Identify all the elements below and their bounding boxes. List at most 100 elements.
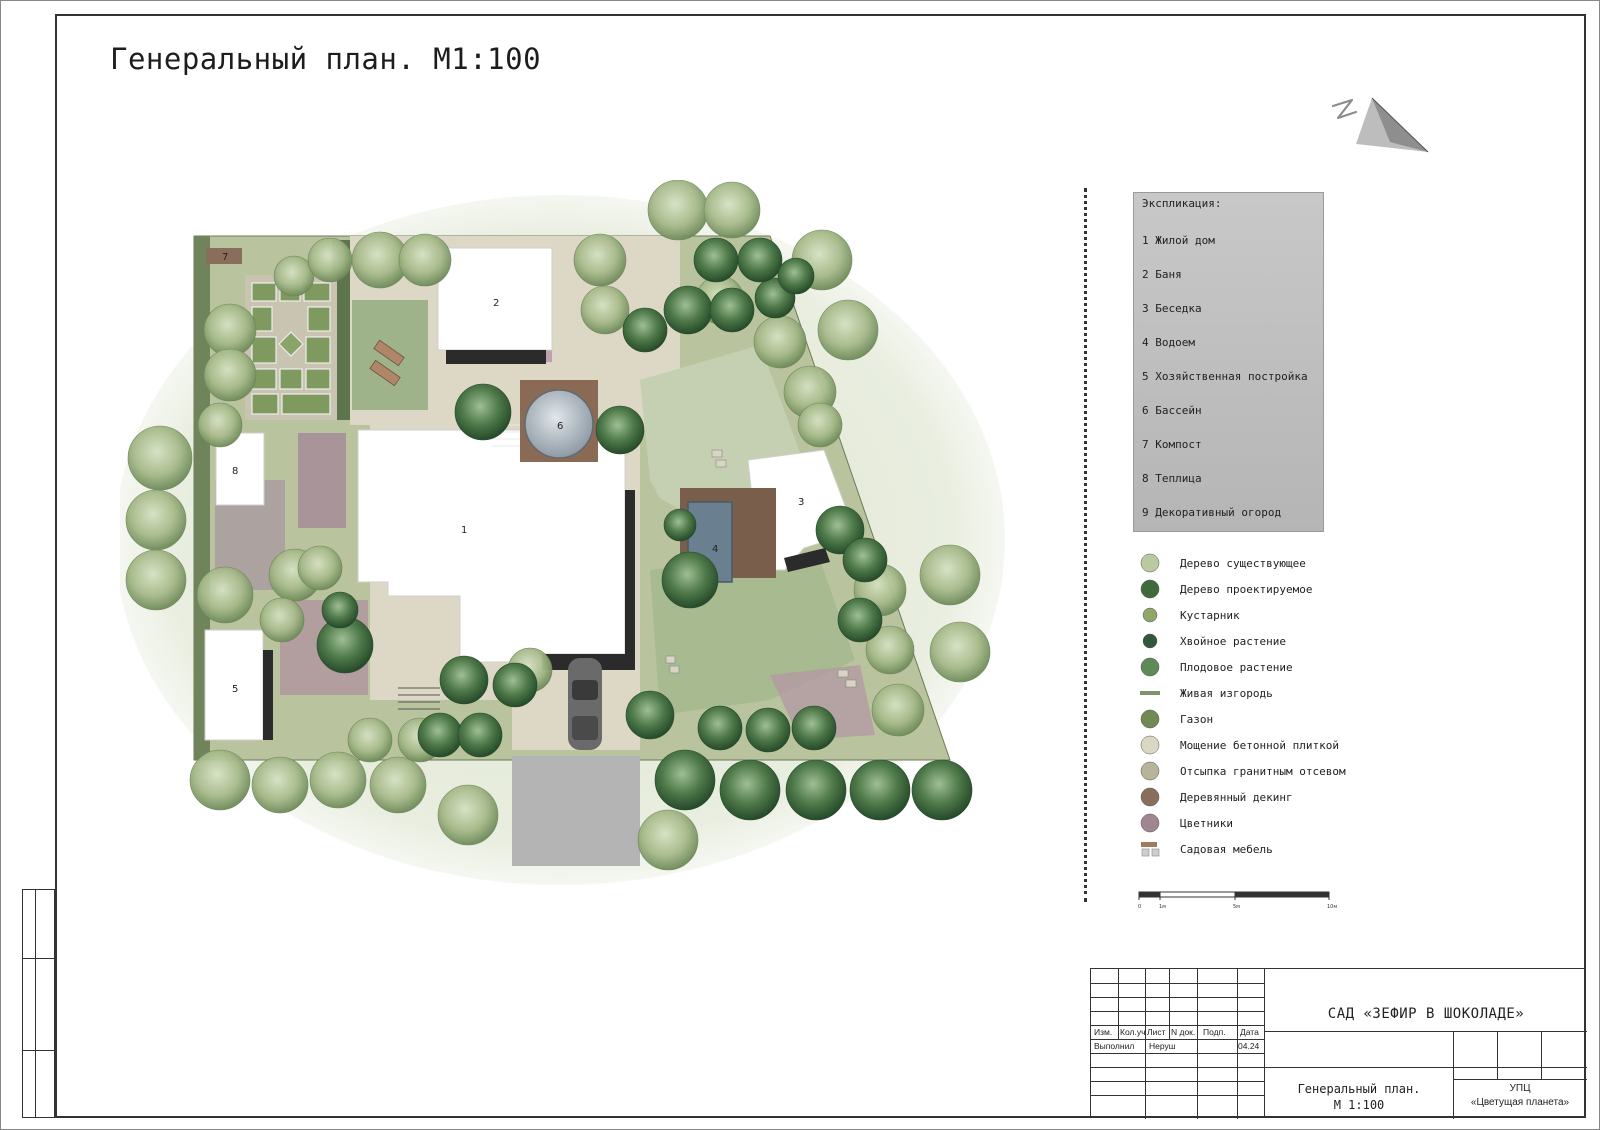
explication-item: 3 Беседка — [1142, 292, 1315, 326]
explication-name: Компост — [1155, 438, 1202, 451]
org-line2: «Цветущая планета» — [1470, 1097, 1570, 1108]
plan-label-gazebo: 3 — [798, 497, 804, 508]
lawn-icon — [1138, 709, 1162, 729]
legend-label: Садовая мебель — [1180, 842, 1273, 856]
explication-number: 5 — [1142, 370, 1149, 383]
plan-label-bathhouse: 2 — [493, 298, 499, 309]
date-value: 04.24 — [1238, 1041, 1260, 1051]
fruit-plant-icon — [1138, 657, 1162, 677]
explication-number: 4 — [1142, 336, 1149, 349]
org-line1: УПЦ — [1509, 1083, 1531, 1094]
explication-number: 6 — [1142, 404, 1149, 417]
side-stamp-strip — [22, 889, 55, 1118]
explication-item: 4 Водоем — [1142, 326, 1315, 360]
plan-label-house: 1 — [461, 525, 467, 536]
title-block-revisions: Изм. Кол.уч Лист N док. Подп. Дата Выпол… — [1090, 968, 1264, 1119]
legend-label: Цветники — [1180, 816, 1233, 830]
designed-tree-icon — [1138, 579, 1162, 599]
scale-label-10: 10м — [1327, 904, 1337, 910]
legend: Дерево существующее Дерево проектируемое К… — [1138, 550, 1398, 862]
garden-furniture-icon — [1138, 839, 1162, 859]
header-podp: Подп. — [1203, 1027, 1226, 1037]
explication-item: 5 Хозяйственная постройка — [1142, 360, 1315, 394]
legend-item: Хвойное растение — [1138, 628, 1398, 654]
driveway — [512, 756, 640, 866]
legend-label: Кустарник — [1180, 608, 1240, 622]
explication-number: 1 — [1142, 234, 1149, 247]
explication-name: Жилой дом — [1155, 234, 1215, 247]
legend-label: Мощение бетонной плиткой — [1180, 738, 1339, 752]
plan-label-greenhouse: 8 — [232, 466, 238, 477]
site-master-plan: 1 2 3 4 5 6 7 8 — [120, 180, 1005, 885]
explication-item: 2 Баня — [1142, 258, 1315, 292]
scale-label-1: 1м — [1159, 904, 1166, 910]
legend-label: Деревянный декинг — [1180, 790, 1293, 804]
conifer-icon — [1138, 631, 1162, 651]
north-arrow-icon — [1331, 97, 1429, 153]
granite-gravel-icon — [1138, 761, 1162, 781]
sheet-name-line1: Генеральный план. — [1297, 1082, 1421, 1096]
explication-item: 8 Теплица — [1142, 462, 1315, 496]
organization-name: УПЦ «Цветущая планета» — [1453, 1082, 1587, 1110]
scale-label-5: 5м — [1233, 904, 1240, 910]
sheet-name-line2: М 1:100 — [1333, 1098, 1385, 1112]
shrub-icon — [1138, 605, 1162, 625]
explication-name: Бассейн — [1155, 404, 1202, 417]
concrete-paving-icon — [1138, 735, 1162, 755]
scale-bar: 0 1м 5м 10м — [1138, 891, 1337, 910]
flowerbeds-icon — [1138, 813, 1162, 833]
explication-item: 1 Жилой дом — [1142, 224, 1315, 258]
title-block: Изм. Кол.уч Лист N док. Подп. Дата Выпол… — [1090, 968, 1587, 1119]
page-title: Генеральный план. М1:100 — [110, 42, 542, 76]
explication-name: Баня — [1155, 268, 1182, 281]
explication-number: 3 — [1142, 302, 1149, 315]
scale-label-0: 0 — [1138, 904, 1141, 910]
title-block-main: САД «ЗЕФИР В ШОКОЛАДЕ» Генеральный план.… — [1264, 968, 1587, 1119]
header-izm: Изм. — [1094, 1027, 1113, 1037]
explication-number: 8 — [1142, 472, 1149, 485]
explication-number: 2 — [1142, 268, 1149, 281]
plan-label-compost: 7 — [222, 252, 228, 263]
legend-item: Отсыпка гранитным отсевом — [1138, 758, 1398, 784]
explication-item: 6 Бассейн — [1142, 394, 1315, 428]
sheet-name: Генеральный план. М 1:100 — [1265, 1081, 1453, 1113]
legend-label: Плодовое растение — [1180, 660, 1293, 674]
legend-item: Кустарник — [1138, 602, 1398, 628]
legend-label: Дерево проектируемое — [1180, 582, 1313, 596]
legend-item: Газон — [1138, 706, 1398, 732]
wood-decking-icon — [1138, 787, 1162, 807]
explication-heading: Экспликация: — [1142, 197, 1222, 210]
legend-item: Дерево проектируемое — [1138, 576, 1398, 602]
hedge-icon — [1138, 683, 1162, 703]
plan-label-pond: 4 — [712, 544, 718, 555]
performed-label: Выполнил — [1094, 1041, 1135, 1051]
plan-label-utility: 5 — [232, 684, 238, 695]
explication-name: Беседка — [1155, 302, 1202, 315]
header-list: Лист — [1147, 1027, 1166, 1037]
legend-label: Газон — [1180, 712, 1214, 726]
legend-label: Дерево существующее — [1180, 556, 1306, 570]
header-kol-uch: Кол.уч — [1120, 1027, 1146, 1037]
existing-tree-icon — [1138, 553, 1162, 573]
explication-item: 7 Компост — [1142, 428, 1315, 462]
explication-item: 9 Декоративный огород — [1142, 496, 1315, 530]
legend-item: Деревянный декинг — [1138, 784, 1398, 810]
legend-label: Живая изгородь — [1180, 686, 1273, 700]
project-name: САД «ЗЕФИР В ШОКОЛАДЕ» — [1327, 1006, 1525, 1022]
legend-label: Отсыпка гранитным отсевом — [1180, 764, 1346, 778]
explication-number: 7 — [1142, 438, 1149, 451]
explication-name: Декоративный огород — [1155, 506, 1282, 519]
flowerbed-west — [298, 433, 346, 528]
car — [568, 658, 602, 750]
separator-dotted-line — [1084, 188, 1087, 902]
header-data: Дата — [1240, 1027, 1259, 1037]
header-n-dok: N док. — [1171, 1027, 1196, 1037]
legend-label: Хвойное растение — [1180, 634, 1286, 648]
explication-name: Хозяйственная постройка — [1155, 370, 1308, 383]
explication-name: Водоем — [1155, 336, 1195, 349]
legend-item: Садовая мебель — [1138, 836, 1398, 862]
legend-item: Цветники — [1138, 810, 1398, 836]
plan-label-pool: 6 — [557, 421, 563, 432]
explication-name: Теплица — [1155, 472, 1202, 485]
legend-item: Плодовое растение — [1138, 654, 1398, 680]
